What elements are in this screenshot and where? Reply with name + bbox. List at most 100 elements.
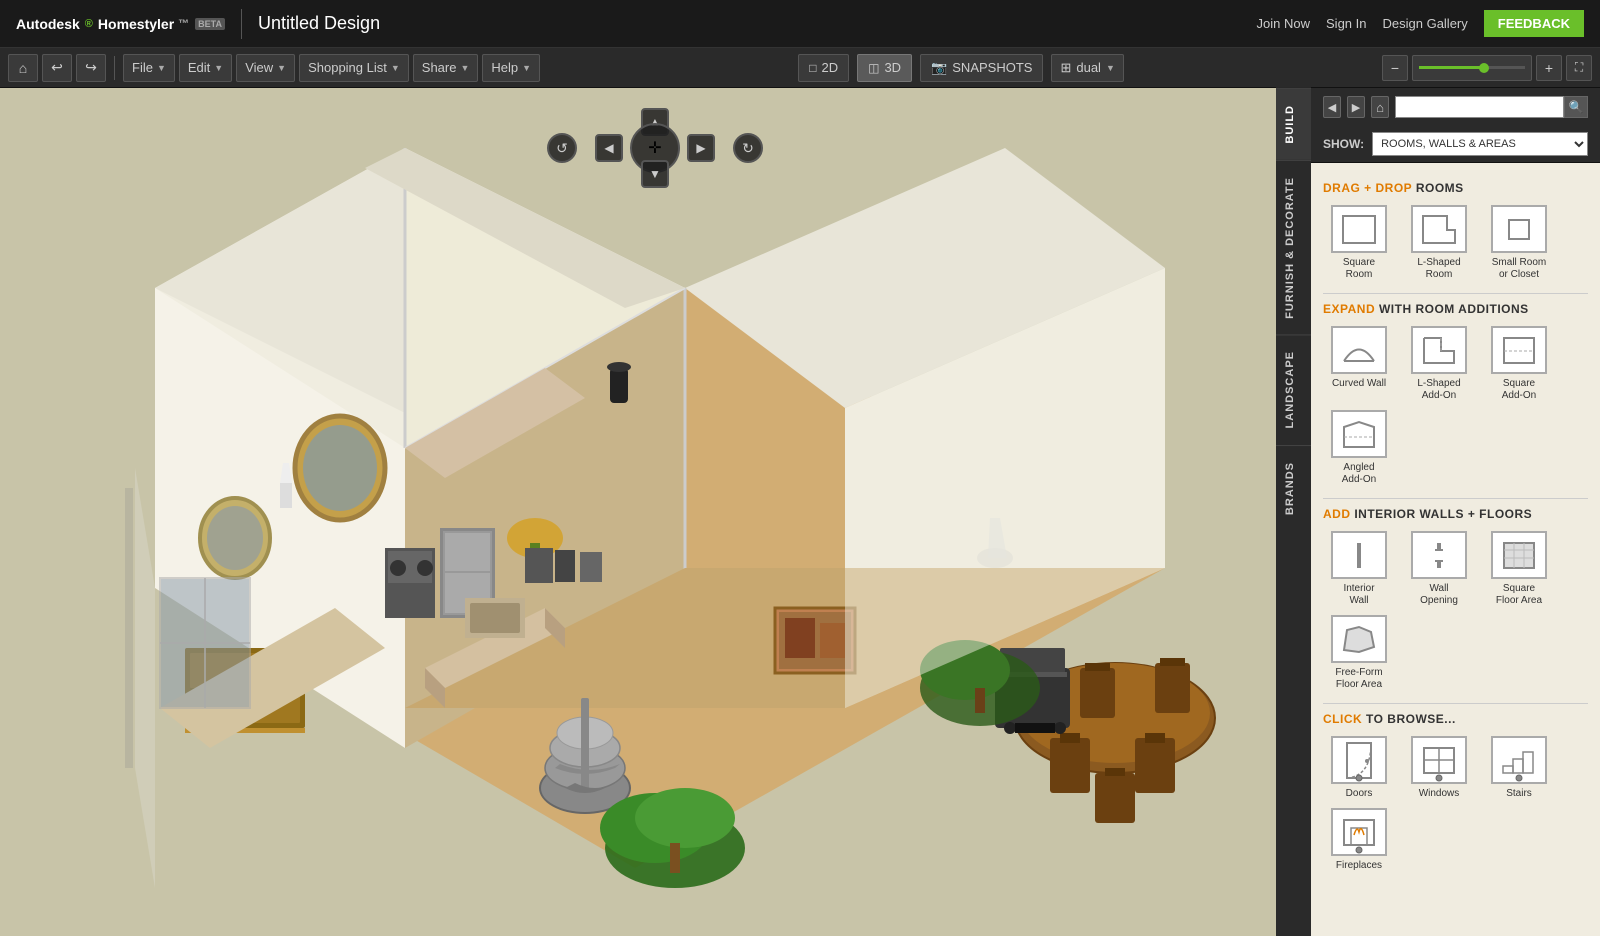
- vtab-brands[interactable]: BRANDS: [1276, 445, 1311, 531]
- autodesk-logo: Autodesk ® Homestyler ™ BETA: [16, 16, 225, 32]
- room-item-square-addon[interactable]: SquareAdd-On: [1483, 326, 1555, 402]
- room-item-doors[interactable]: Doors: [1323, 736, 1395, 800]
- interior-items-grid: InteriorWall WallOpening: [1323, 531, 1588, 691]
- share-menu[interactable]: Share ▼: [413, 54, 479, 82]
- room-item-freeform-floor[interactable]: Free-FormFloor Area: [1323, 615, 1395, 691]
- section-interior-header: ADD INTERIOR WALLS + FLOORS: [1323, 507, 1588, 521]
- pan-right-button[interactable]: ▶: [687, 134, 715, 162]
- file-menu-arrow: ▼: [157, 63, 166, 73]
- small-room-icon: [1491, 205, 1547, 253]
- toolbar: ⌂ ↩ ↪ File ▼ Edit ▼ View ▼ Shopping List…: [0, 48, 1600, 88]
- l-shaped-addon-icon: [1411, 326, 1467, 374]
- join-now-link[interactable]: Join Now: [1257, 16, 1310, 31]
- toolbar-right: − + ⛶: [1382, 55, 1592, 81]
- section-drag-drop-header: DRAG + DROP ROOMS: [1323, 181, 1588, 195]
- redo-button[interactable]: ↪: [76, 54, 106, 82]
- windows-icon: [1411, 736, 1467, 784]
- view-menu[interactable]: View ▼: [236, 54, 295, 82]
- zoom-handle[interactable]: [1479, 63, 1489, 73]
- right-panel: BUILD FURNISH & DECORATE LANDSCAPE BRAND…: [1310, 88, 1600, 936]
- zoom-out-button[interactable]: −: [1382, 55, 1408, 81]
- zoom-in-button[interactable]: +: [1536, 55, 1562, 81]
- section-browse-header: CLICK TO BROWSE...: [1323, 712, 1588, 726]
- browse-rest: TO BROWSE...: [1366, 712, 1456, 726]
- wall-opening-icon: [1411, 531, 1467, 579]
- panel-search-input[interactable]: [1395, 96, 1564, 118]
- interior-highlight: ADD: [1323, 507, 1351, 521]
- freeform-floor-label: Free-FormFloor Area: [1335, 667, 1382, 691]
- expand-rest: WITH ROOM ADDITIONS: [1379, 302, 1529, 316]
- pan-down-button[interactable]: ▼: [641, 160, 669, 188]
- panel-forward-button[interactable]: ▶: [1347, 96, 1365, 118]
- dual-button[interactable]: ⊞ dual ▼: [1051, 54, 1123, 82]
- room-item-curved-wall[interactable]: Curved Wall: [1323, 326, 1395, 402]
- rotate-left-button[interactable]: ↺: [547, 133, 577, 163]
- toolbar-left: ⌂ ↩ ↪ File ▼ Edit ▼ View ▼ Shopping List…: [8, 54, 540, 82]
- sign-in-link[interactable]: Sign In: [1326, 16, 1366, 31]
- trademark-symbol: ®: [85, 18, 93, 30]
- show-dropdown[interactable]: ROOMS, WALLS & AREAS FLOOR PLAN ALL: [1372, 132, 1588, 156]
- design-gallery-link[interactable]: Design Gallery: [1383, 16, 1468, 31]
- fullscreen-button[interactable]: ⛶: [1566, 55, 1592, 81]
- curved-wall-icon: [1331, 326, 1387, 374]
- room-item-wall-opening[interactable]: WallOpening: [1403, 531, 1475, 607]
- navigation-controls: ↺ ▲ ◀ ✛ ▶ ▼ ↻: [595, 108, 715, 188]
- zoom-slider[interactable]: [1412, 55, 1532, 81]
- panel-home-button[interactable]: ⌂: [1371, 96, 1389, 118]
- help-menu-label: Help: [491, 60, 518, 75]
- rotate-right-button[interactable]: ↻: [733, 133, 763, 163]
- room-item-l-shaped[interactable]: L-ShapedRoom: [1403, 205, 1475, 281]
- product-name: Homestyler: [98, 16, 174, 32]
- panel-search-button[interactable]: 🔍: [1564, 96, 1588, 118]
- room-item-small[interactable]: Small Roomor Closet: [1483, 205, 1555, 281]
- snapshots-button[interactable]: 📷 SNAPSHOTS: [920, 54, 1043, 82]
- vertical-tabs: BUILD FURNISH & DECORATE LANDSCAPE BRAND…: [1276, 88, 1311, 936]
- dual-icon: ⊞: [1060, 60, 1071, 76]
- panel-header: ◀ ▶ ⌂ 🔍: [1311, 88, 1600, 126]
- room-item-l-shaped-addon[interactable]: L-ShapedAdd-On: [1403, 326, 1475, 402]
- vtab-build[interactable]: BUILD: [1276, 88, 1311, 160]
- pan-left-button[interactable]: ◀: [595, 134, 623, 162]
- l-shaped-room-icon: [1411, 205, 1467, 253]
- toolbar-center: □ 2D ◫ 3D 📷 SNAPSHOTS ⊞ dual ▼: [798, 54, 1124, 82]
- room-item-square-floor[interactable]: SquareFloor Area: [1483, 531, 1555, 607]
- mode-2d-button[interactable]: □ 2D: [798, 54, 849, 82]
- l-shaped-addon-label: L-ShapedAdd-On: [1417, 378, 1460, 402]
- beta-badge: BETA: [195, 18, 225, 30]
- vtab-furnish[interactable]: FURNISH & DECORATE: [1276, 160, 1311, 335]
- top-bar: Autodesk ® Homestyler ™ BETA Untitled De…: [0, 0, 1600, 48]
- room-item-stairs[interactable]: Stairs: [1483, 736, 1555, 800]
- show-label: SHOW:: [1323, 137, 1364, 151]
- undo-button[interactable]: ↩: [42, 54, 72, 82]
- room-item-windows[interactable]: Windows: [1403, 736, 1475, 800]
- brand-name: Autodesk: [16, 16, 80, 32]
- room-item-angled-addon[interactable]: AngledAdd-On: [1323, 410, 1395, 486]
- room-item-square[interactable]: SquareRoom: [1323, 205, 1395, 281]
- expand-items-grid: Curved Wall L-ShapedAdd-On: [1323, 326, 1588, 486]
- angled-addon-icon: [1331, 410, 1387, 458]
- home-button[interactable]: ⌂: [8, 54, 38, 82]
- section-expand-header: EXPAND WITH ROOM ADDITIONS: [1323, 302, 1588, 316]
- file-menu[interactable]: File ▼: [123, 54, 175, 82]
- interior-rest: INTERIOR WALLS + FLOORS: [1354, 507, 1532, 521]
- feedback-button[interactable]: FEEDBACK: [1484, 10, 1584, 37]
- stairs-label: Stairs: [1506, 788, 1532, 800]
- edit-menu[interactable]: Edit ▼: [179, 54, 232, 82]
- panel-content: DRAG + DROP ROOMS SquareRoom: [1311, 163, 1600, 936]
- file-menu-label: File: [132, 60, 153, 75]
- browse-items-grid: Doors Windows: [1323, 736, 1588, 872]
- design-title[interactable]: Untitled Design: [258, 13, 380, 34]
- shopping-list-menu[interactable]: Shopping List ▼: [299, 54, 409, 82]
- zoom-track: [1419, 66, 1525, 69]
- room-item-interior-wall[interactable]: InteriorWall: [1323, 531, 1395, 607]
- viewport[interactable]: ↺ ▲ ◀ ✛ ▶ ▼ ↻ 🔍: [0, 88, 1310, 936]
- room-item-fireplaces[interactable]: Fireplaces: [1323, 808, 1395, 872]
- vtab-landscape[interactable]: LANDSCAPE: [1276, 334, 1311, 444]
- edit-menu-label: Edit: [188, 60, 210, 75]
- help-menu-arrow: ▼: [522, 63, 531, 73]
- mode-3d-button[interactable]: ◫ 3D: [857, 54, 912, 82]
- square-room-icon: [1331, 205, 1387, 253]
- interior-wall-label: InteriorWall: [1343, 583, 1374, 607]
- help-menu[interactable]: Help ▼: [482, 54, 540, 82]
- panel-back-button[interactable]: ◀: [1323, 96, 1341, 118]
